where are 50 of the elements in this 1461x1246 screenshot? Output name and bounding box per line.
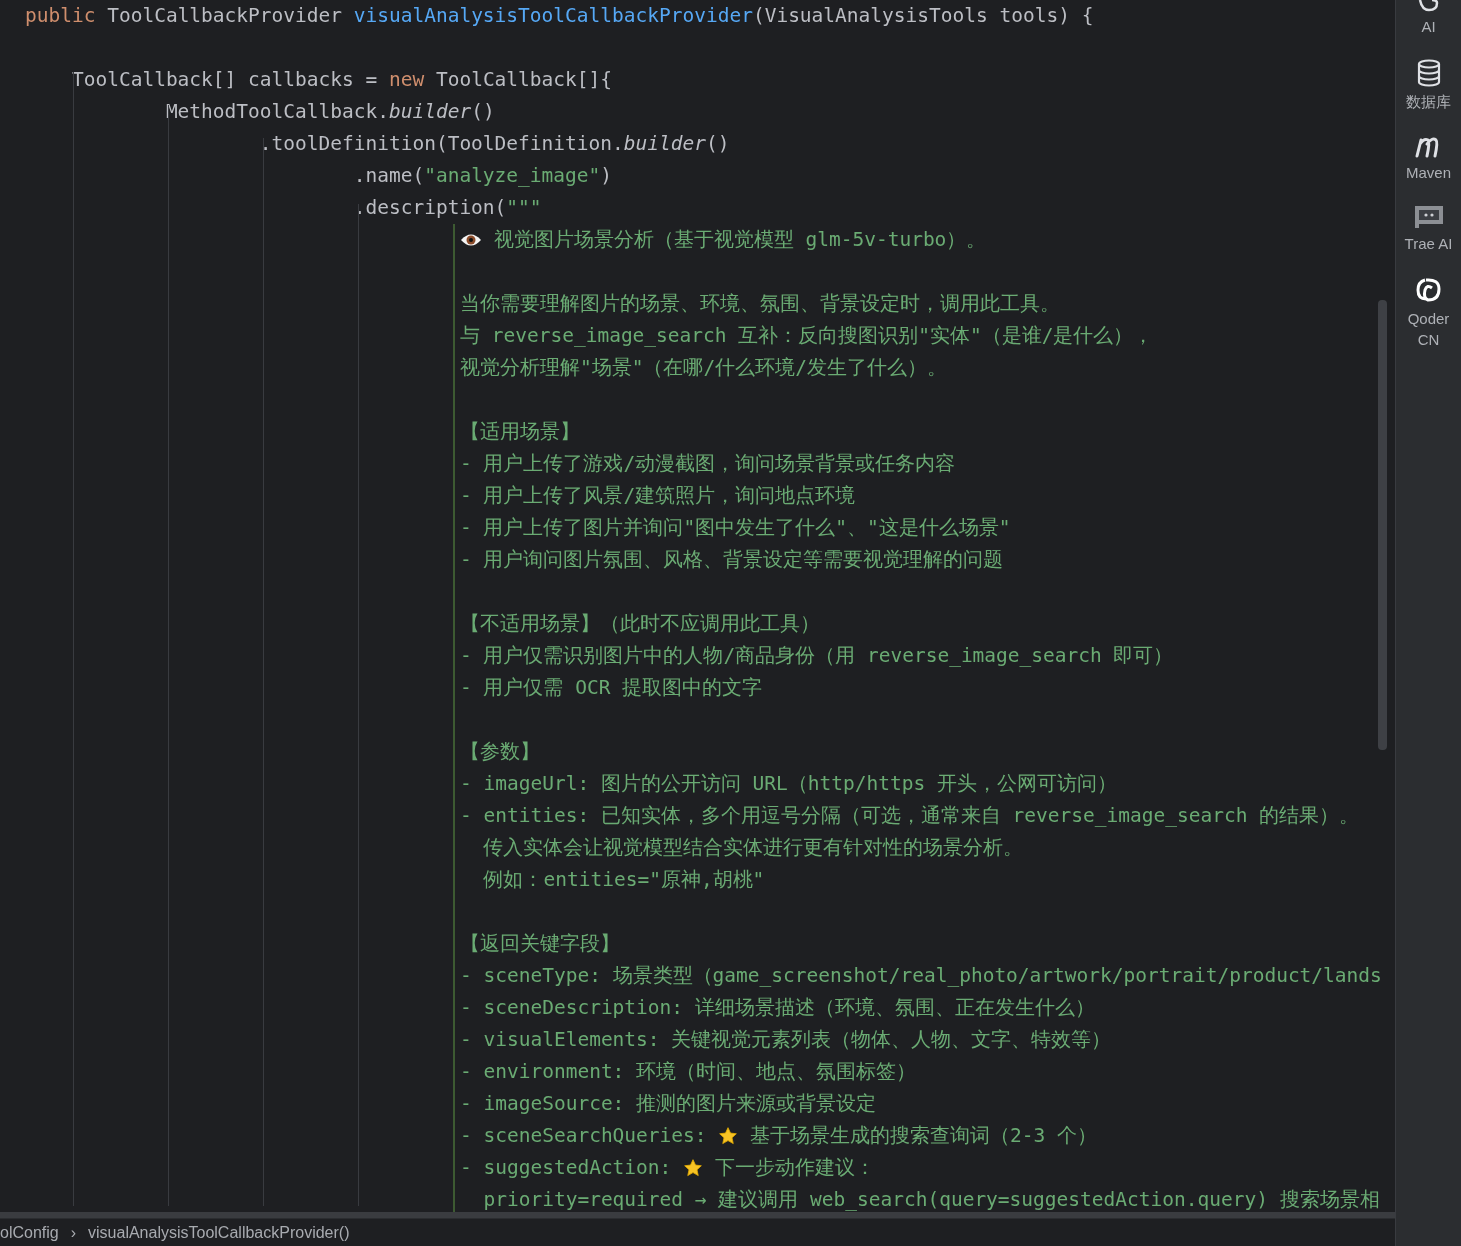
chat-box-icon	[1413, 205, 1444, 229]
code-line: priority=required → 建议调用 web_search(query=suggestedAction.query) 搜索场景相	[482, 1187, 1380, 1212]
code-text: 下一步动作建议：	[713, 1155, 875, 1182]
code-text: - suggestedAction:	[460, 1155, 673, 1182]
code-line: - 用户询问图片氛围、风格、背景设定等需要视觉理解的问题	[460, 547, 1004, 574]
code-line: 传入实体会让视觉模型结合实体进行更有针对性的场景分析。	[482, 835, 1024, 862]
code-line: 【参数】	[460, 739, 540, 766]
code-line: - sceneType: 场景类型（game_screenshot/real_photo/artwork/portrait/product/lands	[460, 963, 1382, 990]
code-line: - environment: 环境（时间、地点、氛围标签）	[460, 1059, 917, 1086]
code-line: 与 reverse_image_search 互补：反向搜图识别"实体"（是谁/是什么），	[460, 323, 1154, 350]
code-line: 【不适用场景】（此时不应调用此工具）	[460, 611, 820, 638]
code-line: - visualElements: 关键视觉元素列表（物体、人物、文字、特效等）	[460, 1027, 1112, 1054]
scrollbar-thumb[interactable]	[1378, 300, 1387, 750]
code-line: - sceneDescription: 详细场景描述（环境、氛围、正在发生什么）	[460, 995, 1095, 1022]
eye-icon	[460, 232, 482, 248]
code-line: 例如：entities="原神,胡桃"	[482, 867, 765, 894]
code-line: 【返回关键字段】	[460, 931, 620, 958]
breadcrumb-item[interactable]: olConfig	[0, 1220, 59, 1245]
code-line: .toolDefinition(ToolDefinition.builder()	[258, 131, 730, 158]
code-line: - 用户上传了游戏/动漫截图，询问场景背景或任务内容	[460, 451, 956, 478]
tool-window-button[interactable]: AI	[1398, 0, 1459, 37]
code-text: 基于场景生成的搜索查询词（2-3 个）	[749, 1123, 1097, 1150]
code-line: 当你需要理解图片的场景、环境、氛围、背景设定时，调用此工具。	[460, 291, 1060, 318]
tool-window-button[interactable]: Maven	[1398, 134, 1459, 183]
code-line: - 用户上传了风景/建筑照片，询问地点环境	[460, 483, 856, 510]
database-icon	[1415, 59, 1442, 87]
tool-window-button[interactable]: Trae AI	[1398, 205, 1459, 254]
tool-window-button[interactable]: 数据库	[1398, 59, 1459, 112]
breadcrumb-separator: ›	[70, 1222, 77, 1243]
loop-icon	[1414, 276, 1443, 304]
code-line: - entities: 已知实体，多个用逗号分隔（可选，通常来自 reverse_image_search 的结果）。	[460, 803, 1360, 830]
code-line: public ToolCallbackProvider visualAnalysisToolCallbackProvider(VisualAnalysisTools tools) {	[25, 3, 1094, 30]
star-icon	[718, 1126, 739, 1146]
code-line: - imageUrl: 图片的公开访问 URL（http/https 开头，公网可访问）	[460, 771, 1117, 798]
code-text: 视觉图片场景分析（基于视觉模型 glm-5v-turbo）。	[492, 227, 987, 254]
code-line: 视觉分析理解"场景"（在哪/什么环境/发生了什么）。	[460, 355, 947, 382]
tool-window-button[interactable]: Qoder CN	[1398, 276, 1459, 350]
code-text: - sceneSearchQueries:	[460, 1123, 708, 1150]
code-line: MethodToolCallback.builder()	[164, 99, 495, 126]
code-line: ToolCallback[] callbacks = new ToolCallback[]{	[70, 67, 613, 94]
code-line: - imageSource: 推测的图片来源或背景设定	[460, 1091, 877, 1118]
star-icon	[683, 1158, 704, 1178]
code-line: - 用户仅需识别图片中的人物/商品身份（用 reverse_image_search 即可）	[460, 643, 1174, 670]
code-line: 【适用场景】	[460, 419, 580, 446]
code-line: - 用户仅需 OCR 提取图中的文字	[460, 675, 763, 702]
breadcrumb-item[interactable]: visualAnalysisToolCallbackProvider()	[88, 1220, 350, 1245]
code-line: - 用户上传了图片并询问"图中发生了什么"、"这是什么场景"	[460, 515, 1011, 542]
spiral-icon	[1417, 0, 1440, 12]
code-line: .name("analyze_image")	[352, 163, 613, 190]
code-line: .description("""	[352, 195, 542, 222]
